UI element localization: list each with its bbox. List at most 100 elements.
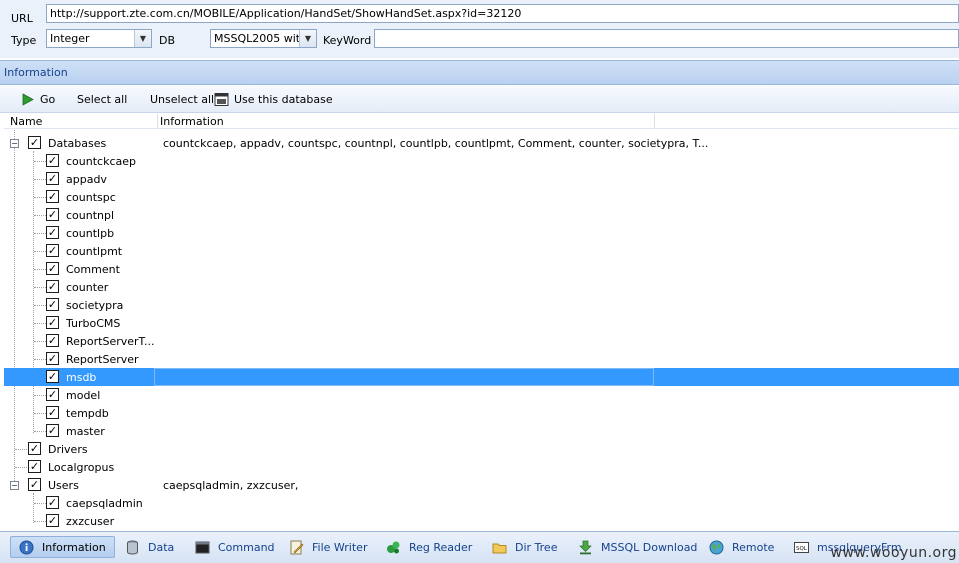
tree-node-db[interactable]: ✓ appadv: [4, 170, 959, 188]
tab-label: Data: [148, 540, 175, 554]
tree-node-label: appadv: [66, 173, 107, 186]
url-label: URL: [11, 12, 33, 25]
checkbox[interactable]: ✓: [46, 262, 59, 275]
tree-node-db[interactable]: ✓ TurboCMS: [4, 314, 959, 332]
db-select[interactable]: MSSQL2005 with I ▼: [210, 29, 317, 48]
collapse-icon[interactable]: −: [10, 481, 19, 490]
checkbox[interactable]: ✓: [46, 424, 59, 437]
chevron-down-icon[interactable]: ▼: [134, 30, 151, 47]
sql-icon: SQL: [794, 541, 809, 553]
tree-node-label: model: [66, 389, 101, 402]
checkbox[interactable]: ✓: [46, 208, 59, 221]
tab-information[interactable]: Information: [10, 536, 115, 558]
column-name[interactable]: Name: [10, 115, 42, 128]
tree-node-user[interactable]: ✓ zxzcuser: [4, 512, 959, 530]
tree-line: [34, 287, 46, 288]
tree-line: [34, 521, 46, 522]
watermark: www.wooyun.org: [830, 545, 957, 561]
checkbox[interactable]: ✓: [46, 316, 59, 329]
tree-node-label: Comment: [66, 263, 120, 276]
tree-node-db[interactable]: ✓ countspc: [4, 188, 959, 206]
tab-file-writer[interactable]: File Writer: [281, 536, 375, 558]
type-select-value: Integer: [50, 32, 90, 45]
tree-node-localgroups[interactable]: ✓ Localgropus: [4, 458, 959, 476]
checkbox[interactable]: ✓: [46, 172, 59, 185]
checkbox[interactable]: ✓: [28, 478, 41, 491]
column-information[interactable]: Information: [160, 115, 224, 128]
select-all-button[interactable]: Select all: [77, 91, 127, 108]
use-database-label: Use this database: [234, 93, 333, 106]
tab-remote[interactable]: Remote: [701, 536, 782, 558]
checkbox[interactable]: ✓: [46, 334, 59, 347]
tree-line: [15, 449, 27, 450]
tree-node-db[interactable]: ✓ Comment: [4, 260, 959, 278]
tree-line: [34, 395, 46, 396]
tab-command[interactable]: Command: [187, 536, 283, 558]
tab-reg-reader[interactable]: Reg Reader: [378, 536, 480, 558]
tree-node-label: zxzcuser: [66, 515, 115, 528]
tree-node-label: counter: [66, 281, 109, 294]
tree-node-db[interactable]: ✓ master: [4, 422, 959, 440]
checkbox[interactable]: ✓: [46, 406, 59, 419]
tree-node-db[interactable]: ✓ ReportServer: [4, 350, 959, 368]
tree-line: [34, 251, 46, 252]
checkbox[interactable]: ✓: [46, 298, 59, 311]
tree-node-label: master: [66, 425, 105, 438]
type-label: Type: [11, 34, 37, 47]
keyword-input[interactable]: [374, 29, 959, 48]
tree-node-label: TurboCMS: [66, 317, 121, 330]
tree-node-db[interactable]: ✓ countckcaep: [4, 152, 959, 170]
unselect-all-button[interactable]: Unselect all: [150, 91, 214, 108]
checkbox[interactable]: ✓: [28, 460, 41, 473]
tree-node-label: societypra: [66, 299, 124, 312]
tree-node-drivers[interactable]: ✓ Drivers: [4, 440, 959, 458]
checkbox[interactable]: ✓: [46, 514, 59, 527]
tree-node-databases[interactable]: − ✓ Databases countckcaep, appadv, count…: [4, 134, 959, 152]
tab-label: Remote: [732, 540, 775, 554]
tree-node-info: caepsqladmin, zxzcuser,: [163, 479, 299, 492]
tab-data[interactable]: Data: [117, 536, 182, 558]
checkbox[interactable]: ✓: [28, 136, 41, 149]
tree-node-db[interactable]: ✓ counter: [4, 278, 959, 296]
tree-node-label: tempdb: [66, 407, 109, 420]
tree-node-users[interactable]: − ✓ Users caepsqladmin, zxzcuser,: [4, 476, 959, 494]
tree-node-db[interactable]: ✓ countlpb: [4, 224, 959, 242]
url-input[interactable]: http://support.zte.com.cn/MOBILE/Applica…: [46, 4, 959, 23]
tree-node-db[interactable]: ✓ tempdb: [4, 404, 959, 422]
checkbox[interactable]: ✓: [46, 370, 59, 383]
checkbox[interactable]: ✓: [46, 244, 59, 257]
go-button[interactable]: Go: [20, 91, 55, 108]
tab-label: Dir Tree: [515, 540, 558, 554]
tree-line: [34, 341, 46, 342]
tree-node-db[interactable]: ✓ societypra: [4, 296, 959, 314]
tree-node-label: ReportServer: [66, 353, 139, 366]
panel-title: Information: [0, 60, 959, 85]
checkbox[interactable]: ✓: [46, 388, 59, 401]
tree-node-user[interactable]: ✓ caepsqladmin: [4, 494, 959, 512]
checkbox[interactable]: ✓: [46, 352, 59, 365]
database-window-icon: [214, 93, 229, 106]
tree-node-db[interactable]: ✓ countnpl: [4, 206, 959, 224]
column-header: Name Information: [4, 114, 959, 129]
tree-node-db[interactable]: ✓ countlpmt: [4, 242, 959, 260]
checkbox[interactable]: ✓: [46, 190, 59, 203]
type-select[interactable]: Integer ▼: [46, 29, 152, 48]
tab-label: Command: [218, 540, 275, 554]
tab-dir-tree[interactable]: Dir Tree: [484, 536, 565, 558]
tree-node-db-selected[interactable]: ✓ msdb: [4, 368, 959, 386]
checkbox[interactable]: ✓: [28, 442, 41, 455]
checkbox[interactable]: ✓: [46, 226, 59, 239]
chevron-down-icon[interactable]: ▼: [299, 30, 316, 47]
checkbox[interactable]: ✓: [46, 154, 59, 167]
tree-line: [34, 161, 46, 162]
checkbox[interactable]: ✓: [46, 280, 59, 293]
collapse-icon[interactable]: −: [10, 139, 19, 148]
tree-node-db[interactable]: ✓ ReportServerT...: [4, 332, 959, 350]
tree-node-db[interactable]: ✓ model: [4, 386, 959, 404]
database-icon: [127, 540, 138, 554]
checkbox[interactable]: ✓: [46, 496, 59, 509]
use-database-button[interactable]: Use this database: [214, 91, 333, 108]
tab-mssql-download[interactable]: MSSQL Download: [570, 536, 705, 558]
tree-node-label: msdb: [66, 371, 97, 384]
tree-view[interactable]: − ✓ Databases countckcaep, appadv, count…: [4, 130, 959, 530]
